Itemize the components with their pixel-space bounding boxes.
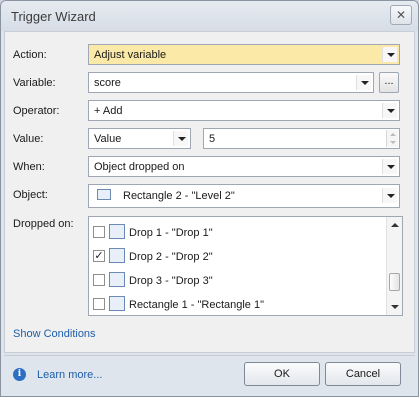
list-item-label: Rectangle 1 - "Rectangle 1" [129, 299, 264, 311]
action-label: Action: [13, 49, 47, 61]
when-value: Object dropped on [94, 161, 185, 173]
rectangle-icon [109, 224, 125, 239]
object-value: Rectangle 2 - "Level 2" [123, 190, 235, 202]
ok-label: OK [274, 368, 290, 380]
spin-up-icon[interactable] [390, 133, 396, 136]
value-number: 5 [209, 133, 216, 145]
value-number-input[interactable]: 5 [203, 128, 400, 149]
rectangle-icon [109, 272, 125, 287]
value-type: Value [94, 133, 122, 145]
dropped-on-list[interactable]: Drop 1 - "Drop 1" ✓ Drop 2 - "Drop 2" Dr… [88, 216, 403, 316]
checkbox[interactable] [93, 274, 105, 286]
scroll-up-icon[interactable] [391, 223, 399, 227]
info-icon: i [13, 368, 26, 381]
object-dropdown[interactable]: Rectangle 2 - "Level 2" [88, 184, 400, 208]
chevron-down-icon [382, 159, 397, 174]
variable-label: Variable: [13, 77, 56, 89]
dropped-on-label: Dropped on: [13, 218, 74, 230]
action-value: Adjust variable [94, 49, 167, 61]
browse-label: ... [384, 75, 394, 87]
chevron-down-icon [356, 75, 371, 90]
operator-dropdown[interactable]: + Add [88, 100, 400, 121]
close-icon: ✕ [395, 8, 407, 22]
list-item-label: Drop 2 - "Drop 2" [129, 251, 213, 263]
checkbox-checked[interactable]: ✓ [93, 250, 105, 262]
list-item-label: Drop 1 - "Drop 1" [129, 227, 213, 239]
operator-label: Operator: [13, 105, 60, 117]
show-conditions-link[interactable]: Show Conditions [13, 328, 96, 340]
cancel-button[interactable]: Cancel [325, 362, 401, 386]
value-type-dropdown[interactable]: Value [88, 128, 191, 149]
scroll-thumb[interactable] [389, 273, 400, 291]
checkmark-icon: ✓ [94, 250, 104, 262]
variable-dropdown[interactable]: score [88, 72, 374, 93]
list-item-label: Drop 3 - "Drop 3" [129, 275, 213, 287]
chevron-down-icon [382, 188, 397, 203]
list-scrollbar[interactable] [386, 217, 402, 315]
rectangle-icon [109, 248, 125, 263]
object-label: Object: [13, 189, 48, 201]
variable-value: score [94, 77, 121, 89]
when-dropdown[interactable]: Object dropped on [88, 156, 400, 177]
close-button[interactable]: ✕ [390, 5, 412, 25]
form-panel: Action: Adjust variable Variable: score … [4, 31, 415, 353]
cancel-label: Cancel [345, 368, 381, 380]
spinner-buttons[interactable] [386, 130, 398, 147]
ok-button[interactable]: OK [244, 362, 320, 386]
rectangle-icon [109, 296, 125, 311]
chevron-down-icon [382, 103, 397, 118]
rectangle-icon [97, 189, 111, 200]
browse-variable-button[interactable]: ... [379, 72, 399, 93]
checkbox[interactable] [93, 226, 105, 238]
action-dropdown[interactable]: Adjust variable [88, 44, 400, 65]
chevron-down-icon [173, 131, 188, 146]
when-label: When: [13, 161, 45, 173]
value-label: Value: [13, 133, 44, 145]
operator-value: + Add [94, 105, 123, 117]
scroll-down-icon[interactable] [391, 305, 399, 309]
learn-more-link[interactable]: Learn more... [37, 369, 102, 381]
trigger-wizard-window: Trigger Wizard ✕ Action: Adjust variable… [0, 0, 419, 397]
chevron-down-icon [382, 47, 397, 62]
title-bar: Trigger Wizard ✕ [1, 1, 418, 31]
spin-down-icon[interactable] [390, 141, 396, 144]
window-title: Trigger Wizard [11, 9, 96, 24]
divider [4, 355, 415, 356]
checkbox[interactable] [93, 298, 105, 310]
